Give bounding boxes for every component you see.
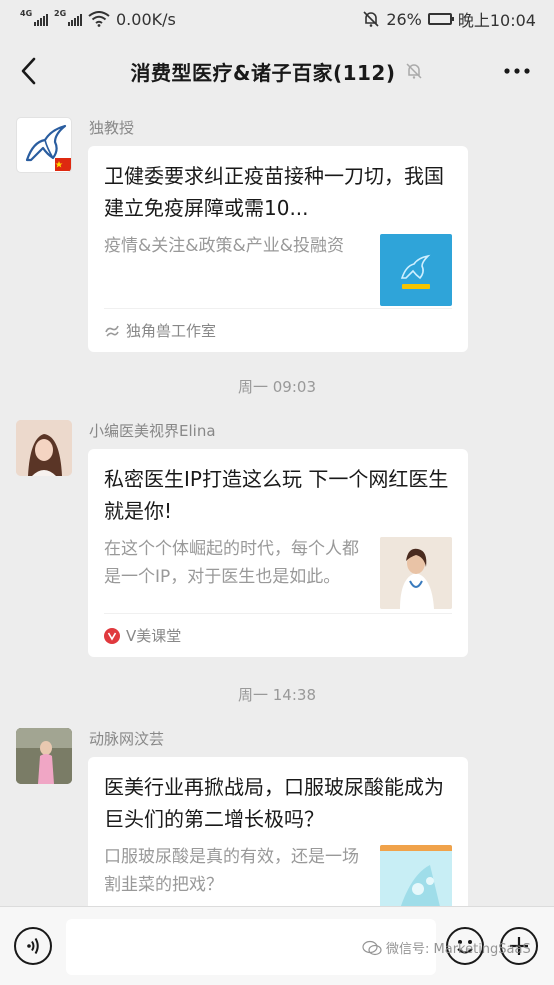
status-bar: 4G 2G 0.00K/s 26% 晚上10:04 bbox=[0, 0, 554, 38]
wifi-icon bbox=[88, 11, 110, 27]
sender-name: 小编医美视界Elina bbox=[89, 422, 216, 440]
article-title: 私密医生IP打造这么玩 下一个网红医生就是你! bbox=[104, 467, 449, 523]
article-card[interactable]: 医美行业再掀战局，口服玻尿酸能成为巨头们的第二增长极吗？ 口服玻尿酸是真的有效，… bbox=[88, 757, 468, 906]
chat-title: 消费型医疗&诸子百家(112) bbox=[130, 60, 396, 85]
v-logo-icon bbox=[104, 627, 120, 644]
network-speed: 0.00K/s bbox=[116, 9, 176, 29]
timestamp: 周一 09:03 bbox=[238, 378, 316, 396]
source-name: 独角兽工作室 bbox=[126, 322, 217, 340]
nav-bar: 消费型医疗&诸子百家(112) bbox=[0, 38, 554, 104]
avatar[interactable] bbox=[16, 117, 72, 173]
status-left: 4G 2G 0.00K/s bbox=[20, 9, 176, 29]
wechat-icon bbox=[362, 940, 382, 955]
article-source: 独角兽工作室 bbox=[104, 308, 452, 352]
article-title: 卫健委要求纠正疫苗接种一刀切，我国建立免疫屏障或需10... bbox=[104, 164, 444, 220]
article-source: V美课堂 bbox=[104, 613, 452, 657]
do-not-disturb-icon bbox=[363, 11, 379, 27]
article-thumbnail bbox=[380, 234, 452, 306]
avatar[interactable] bbox=[16, 420, 72, 476]
timestamp: 周一 14:38 bbox=[238, 686, 316, 704]
sender-name: 动脉网汶芸 bbox=[89, 730, 165, 748]
mini-program-icon bbox=[105, 325, 119, 337]
voice-icon bbox=[27, 937, 39, 955]
article-description: 在这个个体崛起的时代，每个人都是一个IP，对于医生也是如此。 bbox=[104, 539, 359, 587]
article-thumbnail bbox=[380, 537, 452, 609]
more-options-icon[interactable] bbox=[502, 58, 532, 84]
chat-area[interactable]: 独教授 卫健委要求纠正疫苗接种一刀切，我国建立免疫屏障或需10... 疫情&关注… bbox=[0, 104, 554, 906]
battery-percent: 26% bbox=[386, 9, 422, 29]
watermark-text: 微信号: MarketingSaaS bbox=[386, 942, 531, 957]
network-type-sim1: 4G bbox=[20, 9, 33, 18]
source-name: V美课堂 bbox=[126, 627, 182, 645]
signal-icon-sim2: 2G bbox=[54, 9, 82, 26]
article-card[interactable]: 卫健委要求纠正疫苗接种一刀切，我国建立免疫屏障或需10... 疫情&关注&政策&… bbox=[88, 146, 468, 352]
status-right: 26% 晚上10:04 bbox=[362, 7, 536, 31]
article-description: 口服玻尿酸是真的有效，还是一场割韭菜的把戏？ bbox=[104, 847, 359, 895]
clock: 晚上10:04 bbox=[457, 11, 536, 30]
article-card[interactable]: 私密医生IP打造这么玩 下一个网红医生就是你! 在这个个体崛起的时代，每个人都是… bbox=[88, 449, 468, 657]
sender-name: 独教授 bbox=[89, 119, 135, 137]
unicorn-logo-icon bbox=[25, 124, 71, 171]
back-icon[interactable] bbox=[14, 54, 44, 88]
signal-icon-sim1: 4G bbox=[20, 9, 48, 26]
mute-icon bbox=[406, 63, 423, 79]
article-description: 疫情&关注&政策&产业&投融资 bbox=[104, 236, 345, 256]
avatar[interactable] bbox=[16, 728, 72, 784]
watermark: 微信号: MarketingSaaS bbox=[362, 938, 531, 957]
network-type-sim2: 2G bbox=[54, 9, 67, 18]
article-thumbnail bbox=[380, 845, 452, 906]
battery-icon bbox=[427, 13, 454, 25]
article-title: 医美行业再掀战局，口服玻尿酸能成为巨头们的第二增长极吗？ bbox=[104, 775, 444, 831]
voice-button[interactable] bbox=[14, 927, 52, 965]
